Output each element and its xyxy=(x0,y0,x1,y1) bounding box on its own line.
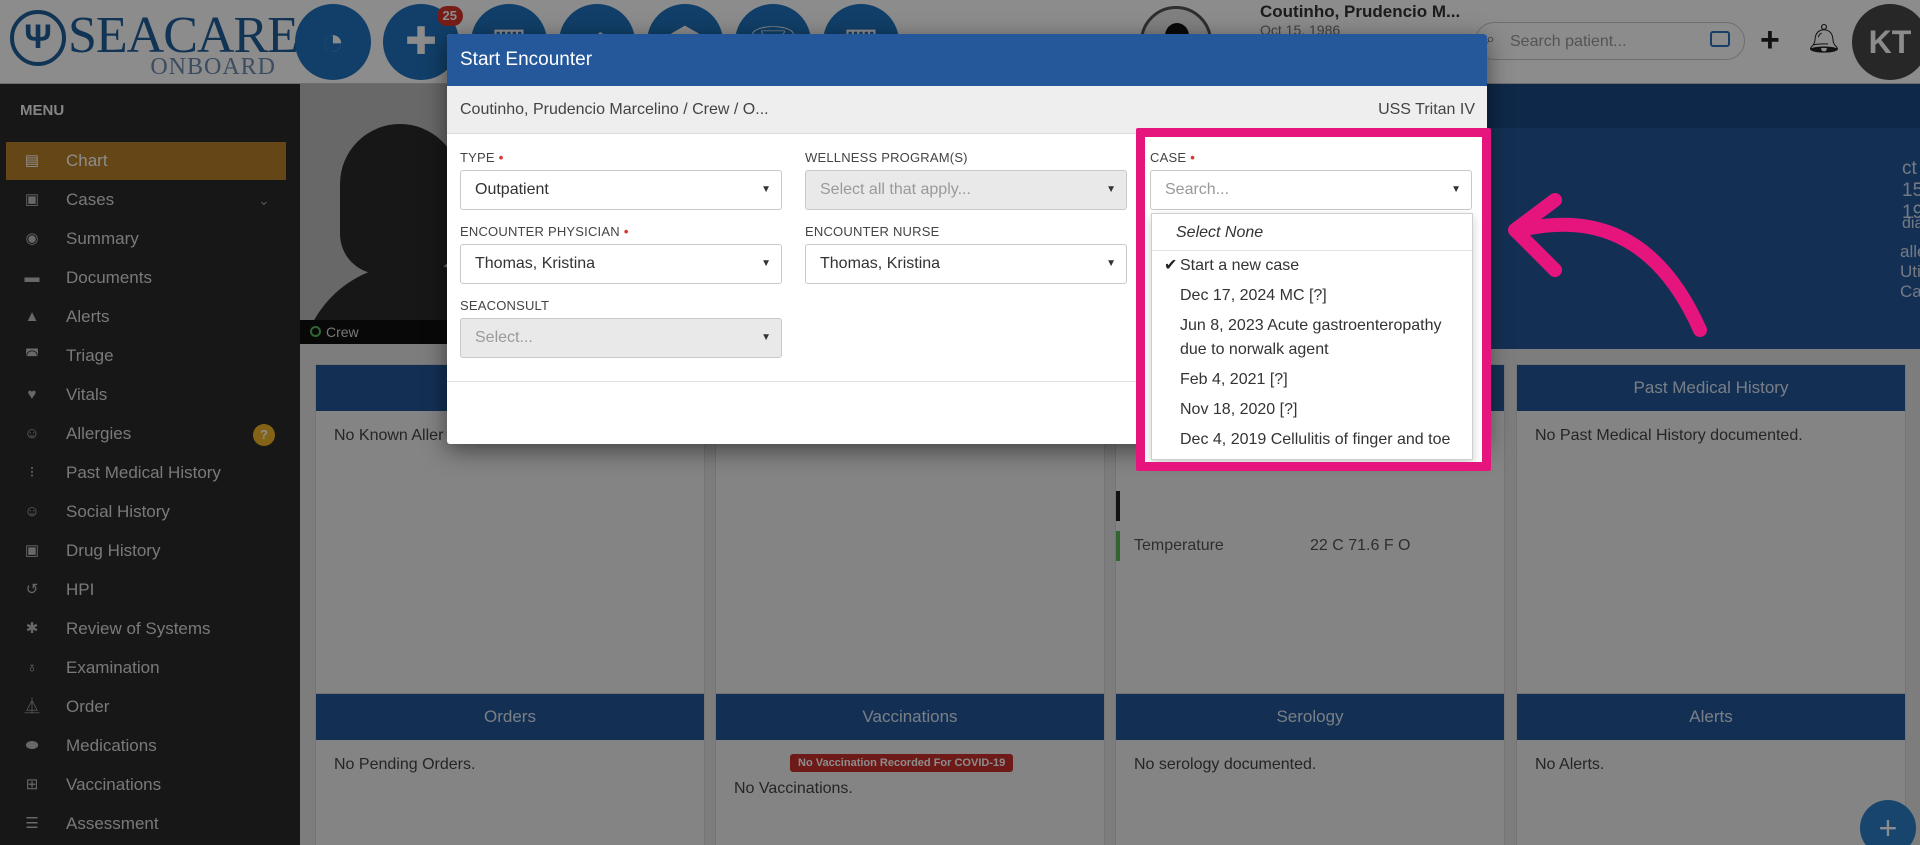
type-select[interactable]: Outpatient ▼ xyxy=(460,170,782,210)
highlight-box xyxy=(1136,128,1491,471)
nurse-value: Thomas, Kristina xyxy=(820,255,941,272)
modal-vessel: USS Tritan IV xyxy=(1378,101,1475,118)
physician-label: ENCOUNTER PHYSICIAN • xyxy=(460,224,629,239)
type-value: Outpatient xyxy=(475,181,549,198)
nurse-label: ENCOUNTER NURSE xyxy=(805,224,940,239)
physician-select[interactable]: Thomas, Kristina ▼ xyxy=(460,244,782,284)
modal-patient-bar: Coutinho, Prudencio Marcelino / Crew / O… xyxy=(447,86,1487,134)
modal-patient-line: Coutinho, Prudencio Marcelino / Crew / O… xyxy=(460,101,769,118)
seaconsult-select[interactable]: Select... ▼ xyxy=(460,318,782,358)
seaconsult-placeholder: Select... xyxy=(475,329,533,346)
nurse-select[interactable]: Thomas, Kristina ▼ xyxy=(805,244,1127,284)
seaconsult-label: SEACONSULT xyxy=(460,298,550,313)
caret-down-icon: ▼ xyxy=(1106,258,1116,269)
caret-down-icon: ▼ xyxy=(761,332,771,343)
wellness-select[interactable]: Select all that apply... ▼ xyxy=(805,170,1127,210)
physician-value: Thomas, Kristina xyxy=(475,255,596,272)
wellness-label: WELLNESS PROGRAM(S) xyxy=(805,150,968,165)
modal-title: Start Encounter xyxy=(447,34,1487,86)
caret-down-icon: ▼ xyxy=(761,258,771,269)
caret-down-icon: ▼ xyxy=(761,184,771,195)
caret-down-icon: ▼ xyxy=(1106,184,1116,195)
wellness-placeholder: Select all that apply... xyxy=(820,181,971,198)
app-root: Ψ SEACARE ONBOARD ◔ ✚ 25 ▦ ➜ ⬢ ☏ ▥ Couti… xyxy=(0,0,1920,845)
type-label: TYPE • xyxy=(460,150,504,165)
